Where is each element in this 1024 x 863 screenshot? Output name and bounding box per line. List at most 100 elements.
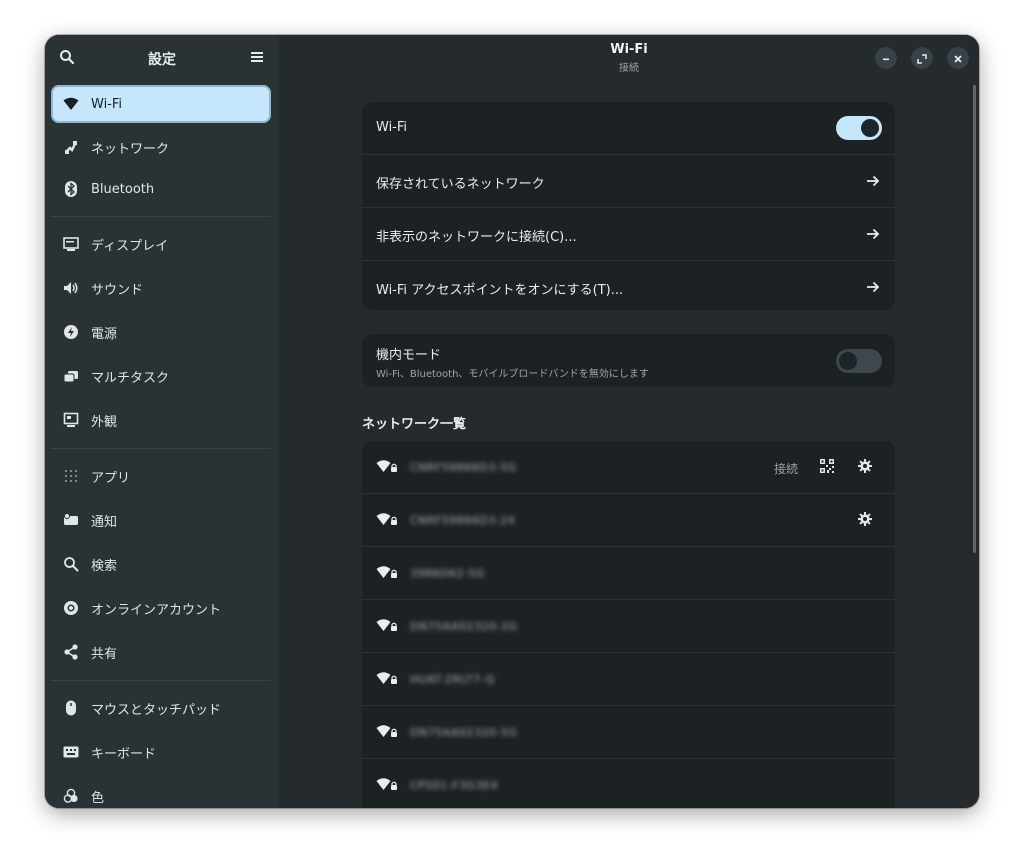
- minimize-button[interactable]: [875, 47, 897, 69]
- wifi-toggle-label: Wi-Fi: [376, 120, 408, 135]
- search-icon: [63, 556, 79, 572]
- sidebar-item-label: 外観: [91, 414, 118, 430]
- sidebar-item-label: 通知: [91, 514, 118, 530]
- network-row[interactable]: CNRF59866D3-5G 接続: [362, 441, 895, 493]
- sidebar-item-label: ネットワーク: [91, 141, 170, 157]
- hotspot-row[interactable]: Wi-Fi アクセスポイントをオンにする(T)...: [362, 261, 895, 310]
- sidebar-item-label: 色: [91, 790, 105, 806]
- airplane-mode-toggle[interactable]: [836, 349, 882, 373]
- sidebar-divider: [51, 680, 271, 681]
- appearance-icon: [63, 412, 79, 428]
- sidebar-item-label: Wi-Fi: [91, 96, 123, 112]
- wifi-toggle-row[interactable]: Wi-Fi: [362, 102, 895, 154]
- maximize-icon: [917, 49, 927, 68]
- sidebar-item-power[interactable]: 電源: [51, 313, 271, 351]
- wifi-secure-icon: [376, 724, 398, 740]
- sidebar-item-label: オンラインアカウント: [91, 602, 222, 618]
- airplane-mode-label: 機内モード: [376, 348, 442, 363]
- wifi-secure-icon: [376, 777, 398, 793]
- online-accounts-icon: [63, 600, 79, 616]
- toggle-knob: [861, 119, 879, 137]
- notifications-icon: [63, 512, 79, 528]
- saved-networks-row[interactable]: 保存されているネットワーク: [362, 155, 895, 207]
- share-icon: [63, 644, 79, 660]
- wifi-secure-icon: [376, 565, 398, 581]
- wifi-secure-icon: [376, 512, 398, 528]
- keyboard-icon: [63, 744, 79, 760]
- minimize-icon: [881, 49, 891, 68]
- sidebar-item-share[interactable]: 共有: [51, 633, 271, 671]
- network-row[interactable]: DN75AA02320-2G: [362, 600, 895, 652]
- network-row[interactable]: HUAT-2RLT7-Q: [362, 653, 895, 705]
- network-row[interactable]: CPS01-F3G3E4: [362, 759, 895, 808]
- sidebar: 設定 Wi-Fi ネットワーク Bluetooth ディスプレイ サウンド 電源…: [45, 35, 279, 808]
- scrollbar[interactable]: [973, 85, 976, 553]
- sidebar-item-label: マルチタスク: [91, 370, 170, 386]
- sidebar-header: 設定: [45, 35, 279, 83]
- sound-icon: [63, 280, 79, 296]
- airplane-mode-card[interactable]: 機内モード Wi-Fi、Bluetooth、モバイルブロードバンドを無効にします: [362, 334, 895, 387]
- settings-window: 設定 Wi-Fi ネットワーク Bluetooth ディスプレイ サウンド 電源…: [45, 35, 979, 808]
- network-row[interactable]: 3986D62-5G: [362, 547, 895, 599]
- wifi-secure-icon: [376, 459, 398, 475]
- network-name: DN75AA02320-2G: [410, 620, 518, 633]
- sidebar-item-label: 共有: [91, 646, 118, 662]
- sidebar-item-bluetooth[interactable]: Bluetooth: [51, 170, 271, 208]
- mouse-icon: [63, 700, 79, 716]
- page-subtitle: 接続: [619, 63, 639, 74]
- main-panel: Wi-Fi 接続 Wi-Fi 保存されているネットワーク 非表示のネットワークに…: [279, 35, 979, 808]
- sidebar-item-mouse[interactable]: マウスとタッチパッド: [51, 689, 271, 727]
- network-name: 3986D62-5G: [410, 567, 485, 580]
- sidebar-item-label: キーボード: [91, 746, 157, 762]
- sidebar-item-online-accounts[interactable]: オンラインアカウント: [51, 589, 271, 627]
- wifi-settings-card: Wi-Fi 保存されているネットワーク 非表示のネットワークに接続(C)... …: [362, 102, 895, 310]
- network-list-card: CNRF59866D3-5G 接続 CNRF59866D3-24 3986D62…: [362, 441, 895, 808]
- sidebar-item-display[interactable]: ディスプレイ: [51, 225, 271, 263]
- display-icon: [63, 236, 79, 252]
- wifi-icon: [63, 96, 79, 112]
- color-icon: [63, 788, 79, 804]
- saved-networks-label: 保存されているネットワーク: [376, 177, 545, 192]
- network-row[interactable]: CNRF59866D3-24: [362, 494, 895, 546]
- network-name: DN75AA02320-5G: [410, 726, 518, 739]
- sidebar-item-label: Bluetooth: [91, 181, 155, 197]
- sidebar-item-keyboard[interactable]: キーボード: [51, 733, 271, 771]
- sidebar-item-label: マウスとタッチパッド: [91, 702, 222, 718]
- hotspot-label: Wi-Fi アクセスポイントをオンにする(T)...: [376, 283, 624, 298]
- connected-label: 接続: [774, 462, 799, 476]
- bluetooth-icon: [63, 181, 79, 197]
- qr-code-icon[interactable]: [820, 459, 834, 477]
- network-name: CPS01-F3G3E4: [410, 779, 499, 792]
- network-row[interactable]: DN75AA02320-5G: [362, 706, 895, 758]
- toggle-knob: [839, 352, 857, 370]
- arrow-right-icon: [866, 227, 880, 241]
- sidebar-item-multitask[interactable]: マルチタスク: [51, 357, 271, 395]
- close-button[interactable]: [947, 47, 969, 69]
- multitask-icon: [63, 368, 79, 384]
- hamburger-menu-icon[interactable]: [249, 49, 265, 65]
- arrow-right-icon: [866, 280, 880, 294]
- sidebar-item-label: 検索: [91, 558, 118, 574]
- sidebar-item-wifi[interactable]: Wi-Fi: [51, 85, 271, 123]
- sidebar-divider: [51, 448, 271, 449]
- sidebar-item-label: アプリ: [91, 470, 131, 486]
- sidebar-item-appearance[interactable]: 外観: [51, 401, 271, 439]
- arrow-right-icon: [866, 174, 880, 188]
- sidebar-item-label: ディスプレイ: [91, 238, 169, 254]
- sidebar-item-label: 電源: [91, 326, 118, 342]
- network-list-title: ネットワーク一覧: [362, 417, 467, 432]
- page-title: Wi-Fi: [610, 42, 648, 57]
- sidebar-item-network[interactable]: ネットワーク: [51, 128, 271, 166]
- sidebar-item-notifications[interactable]: 通知: [51, 501, 271, 539]
- wifi-toggle[interactable]: [836, 116, 882, 140]
- wifi-secure-icon: [376, 671, 398, 687]
- sidebar-item-search[interactable]: 検索: [51, 545, 271, 583]
- sidebar-item-sound[interactable]: サウンド: [51, 269, 271, 307]
- maximize-button[interactable]: [911, 47, 933, 69]
- sidebar-item-color[interactable]: 色: [51, 777, 271, 808]
- network-name: HUAT-2RLT7-Q: [410, 673, 495, 686]
- sidebar-item-apps[interactable]: アプリ: [51, 457, 271, 495]
- hidden-network-row[interactable]: 非表示のネットワークに接続(C)...: [362, 208, 895, 260]
- gear-icon[interactable]: [858, 512, 872, 530]
- gear-icon[interactable]: [858, 459, 872, 477]
